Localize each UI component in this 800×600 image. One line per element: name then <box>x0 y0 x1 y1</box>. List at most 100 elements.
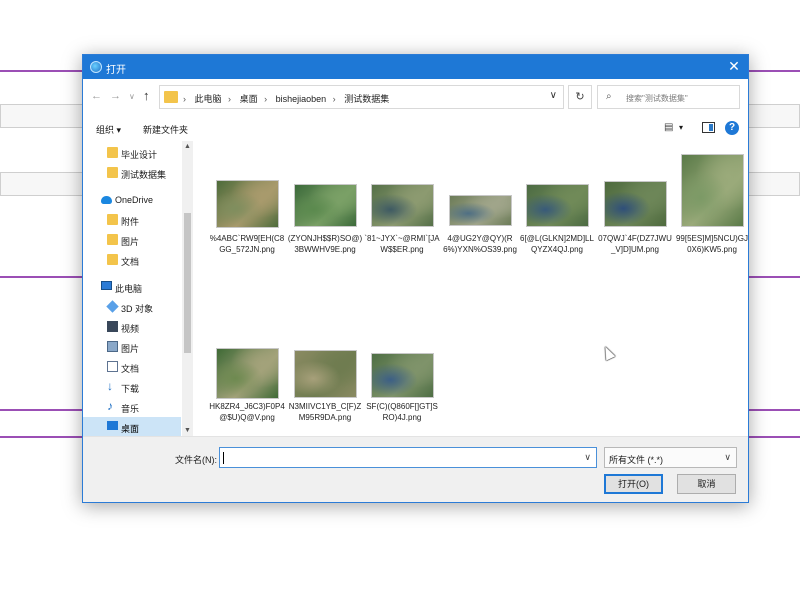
sidebar-item-label: 文档 <box>121 364 140 374</box>
file-name: SF(C)(Q860F[]GT]SRO)4J.png <box>366 402 438 422</box>
navigation-pane: 毕业设计 测试数据集 OneDrive 附件 图片 文档 此电脑 3D 对象 视… <box>83 141 193 436</box>
search-input[interactable]: ⌕ 搜索"测试数据集" <box>597 85 740 109</box>
search-placeholder: 搜索"测试数据集" <box>626 94 688 103</box>
breadcrumb-separator-icon[interactable]: › <box>264 94 267 104</box>
search-icon: ⌕ <box>606 91 612 102</box>
file-item[interactable]: SF(C)(Q860F[]GT]SRO)4J.png <box>364 293 440 423</box>
file-item[interactable]: %4ABC`RW9[EH(C8GG_572JN.png <box>209 146 285 276</box>
breadcrumb-item[interactable]: 此电脑 <box>195 94 222 104</box>
sidebar-item-label: 桌面 <box>121 424 140 434</box>
folder-icon <box>107 167 118 178</box>
sidebar-item-music[interactable]: ♪ 音乐 <box>83 397 181 417</box>
help-icon[interactable]: ? <box>725 121 739 135</box>
sidebar-scrollbar[interactable]: ▲ ▼ <box>182 141 193 436</box>
new-folder-button[interactable]: 新建文件夹 <box>143 123 188 136</box>
image-thumbnail[interactable] <box>370 184 434 227</box>
dialog-title: 打开 <box>106 65 126 76</box>
file-name: 07QWJ`4F(DZ7JWU_V]D]UM.png <box>598 234 672 254</box>
background-panel <box>0 172 84 196</box>
scrollbar-thumb[interactable] <box>184 213 191 353</box>
filename-label: 文件名(N): <box>175 455 217 465</box>
file-name: `81~JYX`~@RMI`[JAW$$ER.png <box>364 234 440 254</box>
image-thumbnail[interactable] <box>525 184 589 227</box>
sidebar-item-pc-pictures[interactable]: 图片 <box>83 337 181 357</box>
sidebar-item-pc-documents[interactable]: 文档 <box>83 357 181 377</box>
sidebar-item-onedrive[interactable]: OneDrive <box>83 190 181 210</box>
sidebar-item-label: 图片 <box>121 344 140 354</box>
breadcrumb-separator-icon[interactable]: › <box>183 94 186 104</box>
sidebar-item-this-pc[interactable]: 此电脑 <box>83 277 181 297</box>
file-item[interactable]: 07QWJ`4F(DZ7JWU_V]D]UM.png <box>597 146 673 276</box>
sidebar-item-label: 文档 <box>121 257 140 267</box>
file-item[interactable]: 4@UG2Y@QY)(R6%)YXN%OS39.png <box>442 146 518 276</box>
image-thumbnail[interactable] <box>215 348 279 399</box>
text-caret <box>223 452 224 464</box>
view-options-icon[interactable]: ▤ <box>664 122 673 133</box>
chevron-down-icon[interactable]: ∨ <box>550 90 557 101</box>
up-arrow-icon[interactable]: ↑ <box>143 88 150 103</box>
chevron-down-icon: ∨ <box>724 452 731 462</box>
sidebar-item-label: 毕业设计 <box>121 150 158 160</box>
address-bar: ← → ∨ ↑ › 此电脑 › 桌面 › bishejiaoben › 测试数据… <box>83 79 748 115</box>
file-list: %4ABC`RW9[EH(C8GG_572JN.png (ZYONJH$$R)SO… <box>193 141 748 436</box>
sidebar-item-graduation-design[interactable]: 毕业设计 <box>83 143 181 163</box>
file-type-select[interactable]: 所有文件 (*.*) ∨ <box>604 447 737 468</box>
open-button[interactable]: 打开(O) <box>604 474 663 494</box>
sidebar-item-test-dataset[interactable]: 测试数据集 <box>83 163 181 183</box>
music-icon: ♪ <box>107 399 113 413</box>
image-thumbnail[interactable] <box>603 181 667 227</box>
refresh-button[interactable]: ↻ <box>568 85 592 109</box>
file-item[interactable]: 6[@L(GLKN]2MD]LLQYZX4QJ.png <box>519 146 595 276</box>
breadcrumb-item[interactable]: 桌面 <box>240 94 258 104</box>
breadcrumb[interactable]: › 此电脑 › 桌面 › bishejiaoben › 测试数据集 ∨ <box>159 85 564 109</box>
sidebar-item-3d-objects[interactable]: 3D 对象 <box>83 297 181 317</box>
image-thumbnail[interactable] <box>293 184 357 227</box>
file-name: N3MIIVC1YB_C[F)ZM95R9DA.png <box>288 402 362 422</box>
background-panel <box>748 104 800 128</box>
filename-input[interactable]: ∨ <box>219 447 597 468</box>
file-name: 6[@L(GLKN]2MD]LLQYZX4QJ.png <box>520 234 594 254</box>
sidebar-item-label: 附件 <box>121 217 140 227</box>
sidebar-item-videos[interactable]: 视频 <box>83 317 181 337</box>
scroll-up-icon[interactable]: ▲ <box>184 143 191 150</box>
preview-pane-icon[interactable] <box>702 122 715 133</box>
close-button[interactable]: ✕ <box>726 58 742 74</box>
breadcrumb-separator-icon[interactable]: › <box>333 94 336 104</box>
3d-objects-icon <box>106 300 119 313</box>
sidebar-item-downloads[interactable]: ↓ 下载 <box>83 377 181 397</box>
download-icon: ↓ <box>107 379 113 393</box>
chevron-down-icon[interactable]: ▾ <box>679 123 683 132</box>
refresh-icon: ↻ <box>575 91 585 103</box>
forward-arrow-icon[interactable]: → <box>110 90 121 102</box>
image-thumbnail[interactable] <box>680 154 744 227</box>
image-thumbnail[interactable] <box>293 350 357 398</box>
file-item[interactable]: 99[5ES]M]5NCU)GJ0X6)KW5.png <box>674 146 750 276</box>
image-thumbnail[interactable] <box>448 195 512 226</box>
sidebar-item-pictures[interactable]: 图片 <box>83 230 181 250</box>
background-panel <box>748 172 800 196</box>
background-panel <box>0 104 84 128</box>
sidebar-item-label: 3D 对象 <box>121 304 154 314</box>
app-icon <box>90 61 102 73</box>
sidebar-item-desktop[interactable]: 桌面 <box>83 417 181 436</box>
sidebar-item-documents[interactable]: 文档 <box>83 250 181 270</box>
chevron-down-icon[interactable]: ∨ <box>584 452 591 463</box>
recent-locations-chevron-icon[interactable]: ∨ <box>129 92 135 101</box>
file-item[interactable]: `81~JYX`~@RMI`[JAW$$ER.png <box>364 146 440 276</box>
image-thumbnail[interactable] <box>370 353 434 398</box>
back-arrow-icon[interactable]: ← <box>91 90 102 102</box>
sidebar-item-label: 音乐 <box>121 404 140 414</box>
sidebar-item-attachments[interactable]: 附件 <box>83 210 181 230</box>
desktop-icon <box>107 421 118 430</box>
file-item[interactable]: N3MIIVC1YB_C[F)ZM95R9DA.png <box>287 293 363 423</box>
scroll-down-icon[interactable]: ▼ <box>184 427 191 434</box>
image-thumbnail[interactable] <box>215 180 279 228</box>
breadcrumb-item[interactable]: bishejiaoben <box>276 94 327 104</box>
organize-menu-button[interactable]: 组织 ▾ <box>96 123 121 136</box>
breadcrumb-separator-icon[interactable]: › <box>228 94 231 104</box>
file-item[interactable]: HK8ZR4_J6C3)F0P4@$U)Q@V.png <box>209 293 285 423</box>
folder-icon <box>107 234 118 245</box>
file-item[interactable]: (ZYONJH$$R)SO@)3BWWHV9E.png <box>287 146 363 276</box>
cancel-button[interactable]: 取消 <box>677 474 736 494</box>
breadcrumb-item[interactable]: 测试数据集 <box>344 94 389 104</box>
